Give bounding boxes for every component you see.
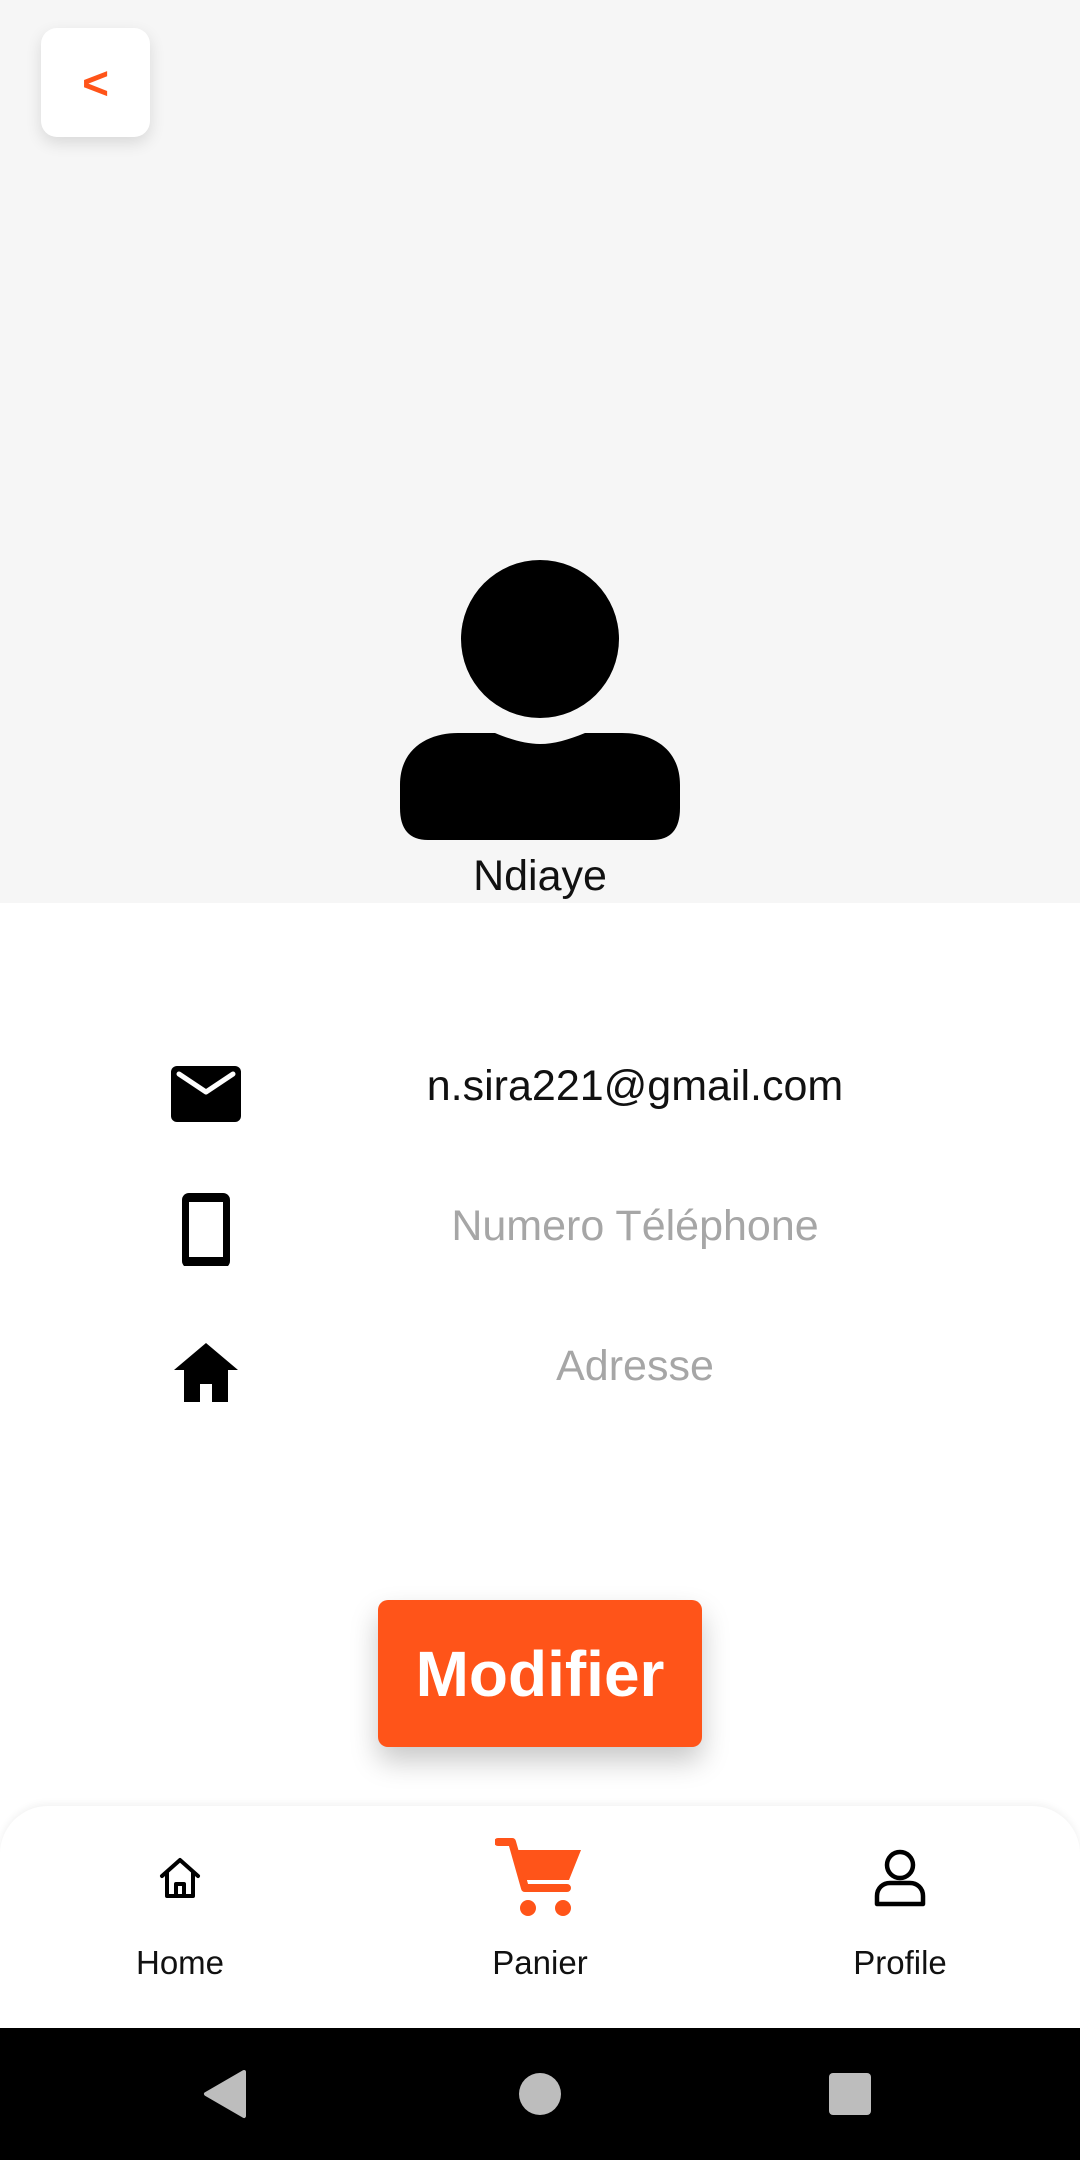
mail-icon — [166, 1046, 246, 1126]
system-recents-icon[interactable] — [828, 2072, 872, 2116]
phone-field[interactable]: Numero Téléphone — [330, 1176, 940, 1276]
modify-button[interactable]: Modifier — [378, 1600, 702, 1747]
person-icon — [400, 560, 680, 840]
address-row[interactable]: Adresse — [0, 1316, 1080, 1416]
phone-row[interactable]: Numero Téléphone — [0, 1176, 1080, 1276]
back-button[interactable]: < — [41, 28, 150, 137]
email-value: n.sira221@gmail.com — [426, 1062, 844, 1110]
profile-name: Ndiaye — [473, 852, 607, 900]
nav-label-home: Home — [135, 1944, 225, 1981]
system-home-icon[interactable] — [518, 2072, 562, 2116]
system-navigation-bar — [0, 2028, 1080, 2160]
phone-icon — [166, 1186, 246, 1268]
system-back-icon[interactable] — [202, 2068, 250, 2120]
address-field[interactable]: Adresse — [330, 1316, 940, 1416]
nav-item-home[interactable]: Home — [60, 1806, 300, 2028]
nav-item-profile[interactable]: Profile — [780, 1806, 1020, 2028]
profile-icon — [874, 1849, 926, 1907]
nav-item-cart[interactable]: Panier — [420, 1806, 660, 2028]
cart-icon — [495, 1838, 581, 1916]
nav-label-cart: Panier — [492, 1944, 588, 1981]
home-icon — [160, 1858, 200, 1898]
nav-label-profile: Profile — [853, 1944, 947, 1981]
email-row: n.sira221@gmail.com — [0, 1036, 1080, 1136]
bottom-navigation: Home Panier Profile — [0, 1806, 1080, 2028]
house-icon — [166, 1326, 246, 1406]
